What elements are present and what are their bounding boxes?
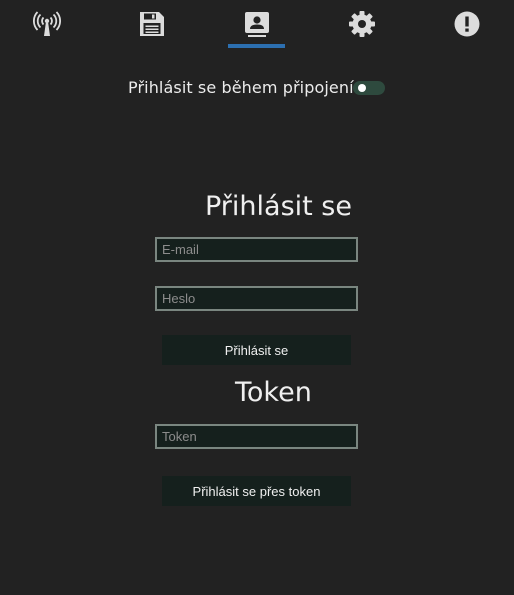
- autologin-label: Přihlásit se během připojení: [128, 78, 354, 97]
- password-field[interactable]: [155, 286, 358, 311]
- account-box-icon: [245, 12, 269, 37]
- autologin-toggle[interactable]: [353, 81, 385, 95]
- tab-connection[interactable]: [17, 0, 77, 48]
- tab-account[interactable]: [227, 0, 287, 48]
- alert-icon: [454, 11, 480, 37]
- tab-bar: [0, 0, 514, 48]
- token-title: Token: [235, 377, 312, 408]
- login-button[interactable]: Přihlásit se: [162, 335, 351, 365]
- save-icon: [140, 12, 164, 36]
- login-title: Přihlásit se: [205, 191, 352, 222]
- broadcast-icon: [33, 11, 61, 36]
- email-field[interactable]: [155, 237, 358, 262]
- token-field[interactable]: [155, 424, 358, 449]
- active-tab-indicator: [228, 44, 285, 48]
- tab-about[interactable]: [437, 0, 497, 48]
- toggle-knob: [358, 84, 366, 92]
- gear-icon: [349, 11, 375, 37]
- tab-save[interactable]: [122, 0, 182, 48]
- autologin-setting: Přihlásit se během připojení: [0, 76, 514, 100]
- tab-settings[interactable]: [332, 0, 392, 48]
- token-login-button[interactable]: Přihlásit se přes token: [162, 476, 351, 506]
